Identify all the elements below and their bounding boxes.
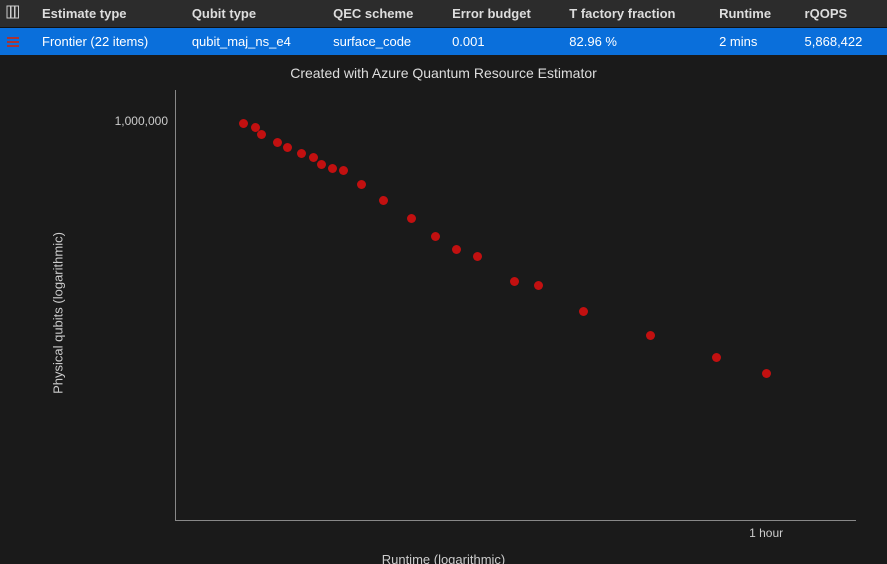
chart-title: Created with Azure Quantum Resource Esti… (0, 65, 887, 81)
col-t-factory-fraction[interactable]: T factory fraction (559, 0, 709, 28)
col-runtime[interactable]: Runtime (709, 0, 794, 28)
col-estimate-type[interactable]: Estimate type (32, 0, 182, 28)
data-point[interactable] (452, 245, 461, 254)
cell-estimate-type: Frontier (22 items) (32, 28, 182, 56)
col-qubit-type[interactable]: Qubit type (182, 0, 323, 28)
cell-rqops: 5,868,422 (795, 28, 887, 56)
data-point[interactable] (273, 138, 282, 147)
data-point[interactable] (357, 180, 366, 189)
chart-container: Created with Azure Quantum Resource Esti… (0, 55, 887, 564)
data-point[interactable] (646, 331, 655, 340)
data-point[interactable] (309, 153, 318, 162)
cell-qec-scheme: surface_code (323, 28, 442, 56)
data-point[interactable] (328, 164, 337, 173)
data-point[interactable] (257, 130, 266, 139)
col-rqops[interactable]: rQOPS (795, 0, 887, 28)
x-tick-label: 1 hour (749, 526, 783, 540)
plot-area[interactable]: 1,000,0001 hour (175, 90, 856, 521)
data-point[interactable] (239, 119, 248, 128)
row-menu-cell[interactable] (0, 28, 32, 56)
cell-t-factory-fraction: 82.96 % (559, 28, 709, 56)
cell-error-budget: 0.001 (442, 28, 559, 56)
results-table: Estimate type Qubit type QEC scheme Erro… (0, 0, 887, 55)
data-point[interactable] (579, 307, 588, 316)
layout-icon-header[interactable] (0, 0, 32, 28)
data-point[interactable] (712, 353, 721, 362)
table-row[interactable]: Frontier (22 items) qubit_maj_ns_e4 surf… (0, 28, 887, 56)
hamburger-icon (6, 36, 26, 48)
cell-qubit-type: qubit_maj_ns_e4 (182, 28, 323, 56)
data-point[interactable] (762, 369, 771, 378)
col-qec-scheme[interactable]: QEC scheme (323, 0, 442, 28)
data-point[interactable] (534, 281, 543, 290)
col-error-budget[interactable]: Error budget (442, 0, 559, 28)
data-point[interactable] (283, 143, 292, 152)
y-axis-label: Physical qubits (logarithmic) (51, 232, 66, 394)
data-point[interactable] (431, 232, 440, 241)
data-point[interactable] (473, 252, 482, 261)
columns-icon (6, 5, 20, 19)
x-axis-label: Runtime (logarithmic) (0, 552, 887, 564)
data-point[interactable] (510, 277, 519, 286)
data-point[interactable] (317, 160, 326, 169)
cell-runtime: 2 mins (709, 28, 794, 56)
data-point[interactable] (379, 196, 388, 205)
table-header-row: Estimate type Qubit type QEC scheme Erro… (0, 0, 887, 28)
data-point[interactable] (339, 166, 348, 175)
y-tick-label: 1,000,000 (115, 114, 168, 128)
data-point[interactable] (297, 149, 306, 158)
data-point[interactable] (407, 214, 416, 223)
